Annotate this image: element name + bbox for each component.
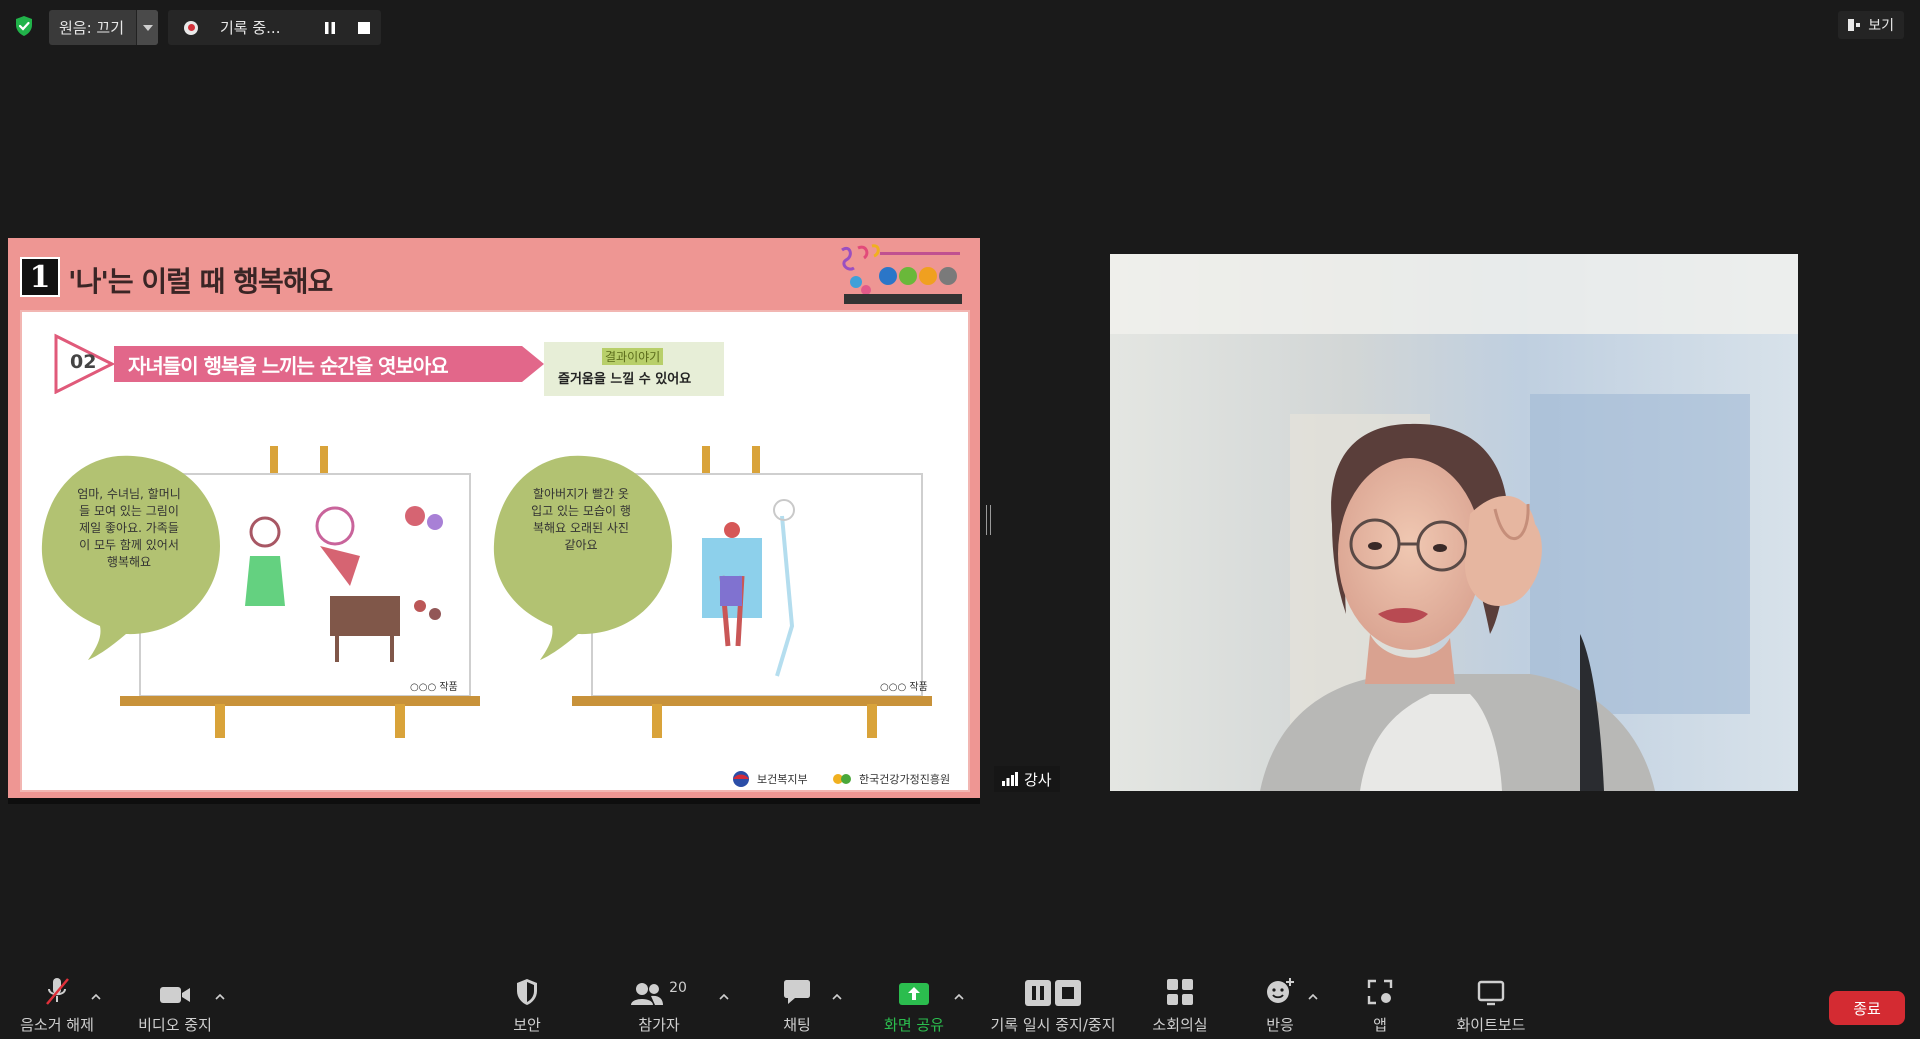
whiteboard-icon [1477, 972, 1505, 1010]
participant-name: 강사 [1024, 770, 1052, 789]
chat-options-chevron-icon[interactable] [831, 992, 843, 1002]
footer-logo-left: 보건복지부 [730, 770, 808, 788]
audio-options-chevron-icon[interactable] [90, 992, 102, 1002]
signal-strength-icon [1002, 772, 1018, 786]
banner-number: 02 [70, 351, 97, 373]
breakout-rooms-button[interactable]: 소회의실 [1144, 972, 1216, 1039]
view-label: 보기 [1868, 18, 1894, 34]
whiteboard-button[interactable]: 화이트보드 [1446, 972, 1536, 1039]
stop-recording-button[interactable] [347, 10, 381, 45]
pause-recording-button[interactable] [313, 10, 347, 45]
caption-right: ○○○ 작품 [880, 682, 928, 693]
note-tag: 결과이야기 [602, 348, 664, 365]
video-options-chevron-icon[interactable] [214, 992, 226, 1002]
stop-video-button[interactable]: 비디오 중지 [130, 972, 220, 1039]
participant-name-tag: 강사 [994, 766, 1060, 792]
participants-count: 20 [669, 980, 687, 996]
original-sound-toggle[interactable]: 원음: 끄기 [49, 10, 159, 45]
encryption-shield-icon[interactable] [14, 15, 34, 37]
apps-button[interactable]: 앱 [1356, 972, 1404, 1039]
view-button[interactable]: 보기 [1838, 11, 1904, 39]
breakout-rooms-icon [1166, 972, 1194, 1010]
split-view-divider-handle[interactable] [986, 505, 991, 535]
pause-stop-recording-button[interactable]: 기록 일시 중지/중지 [983, 972, 1123, 1039]
speech-bubble-left: 엄마, 수녀님, 할머니들 모여 있는 그림이 제일 좋아요. 가족들이 모두 … [77, 487, 181, 569]
slide-content: 02 자녀들이 행복을 느끼는 순간을 엿보아요 결과이야기 즐거움을 느낄 수… [20, 310, 970, 792]
program-logo [836, 242, 966, 306]
end-meeting-button[interactable]: 종료 [1829, 991, 1905, 1025]
caption-left: ○○○ 작품 [410, 682, 458, 693]
banner-text: 자녀들이 행복을 느끼는 순간을 엿보아요 [128, 354, 449, 378]
note-box: 결과이야기 즐거움을 느낄 수 있어요 [544, 342, 724, 396]
meeting-controls-toolbar: 음소거 해제 비디오 중지 보안 20 참가자 채팅 화면 공유 기록 일시 중… [0, 972, 1920, 1039]
chevron-down-icon[interactable] [136, 10, 159, 45]
footer-logo-right: 한국건강가정진흥원 [832, 770, 950, 788]
video-feed [1110, 254, 1798, 791]
participants-icon: 20 [631, 972, 687, 1010]
chat-button[interactable]: 채팅 [770, 972, 824, 1039]
ministry-emblem-icon [733, 771, 749, 787]
stop-icon [358, 21, 370, 34]
apps-icon [1366, 972, 1394, 1010]
slide-number: 1 [20, 257, 60, 297]
reactions-button[interactable]: 반응 [1253, 972, 1307, 1039]
security-button[interactable]: 보안 [497, 972, 557, 1039]
section-banner: 02 자녀들이 행복을 느끼는 순간을 엿보아요 [52, 332, 562, 395]
participants-options-chevron-icon[interactable] [718, 992, 730, 1002]
recording-status-text: 기록 중... [220, 19, 281, 37]
easel-left: 엄마, 수녀님, 할머니들 모여 있는 그림이 제일 좋아요. 가족들이 모두 … [40, 446, 490, 746]
original-sound-label: 원음: 끄기 [59, 19, 125, 37]
slide-bottom-edge [8, 798, 980, 804]
chat-bubble-icon [783, 972, 811, 1010]
institute-logo-icon [833, 774, 851, 784]
share-screen-button[interactable]: 화면 공유 [874, 972, 954, 1039]
reactions-options-chevron-icon[interactable] [1307, 992, 1319, 1002]
participants-button[interactable]: 20 참가자 [625, 972, 693, 1039]
smiley-icon [1265, 972, 1295, 1010]
view-layout-icon [1848, 19, 1861, 31]
share-options-chevron-icon[interactable] [953, 992, 965, 1002]
easel-right: 할아버지가 빨간 옷 입고 있는 모습이 행복해요 오래된 사진 같아요 ○○○… [492, 446, 962, 746]
speech-bubble-right: 할아버지가 빨간 옷 입고 있는 모습이 행복해요 오래된 사진 같아요 [531, 487, 631, 552]
video-camera-icon [159, 972, 191, 1010]
record-controls-icon [1025, 972, 1081, 1010]
shared-screen[interactable]: 1 '나'는 이럴 때 행복해요 02 자녀들이 행복을 느끼는 순간을 엿보아… [8, 238, 980, 800]
meeting-top-bar: 원음: 끄기 기록 중... 보기 [0, 0, 1920, 52]
share-screen-icon [898, 972, 930, 1010]
slide-title: '나'는 이럴 때 행복해요 [68, 265, 333, 298]
note-text: 즐거움을 느낄 수 있어요 [558, 372, 692, 387]
muted-mic-icon [44, 972, 70, 1010]
recording-dot-icon [184, 20, 198, 35]
recording-indicator: 기록 중... [168, 10, 381, 45]
unmute-button[interactable]: 음소거 해제 [12, 972, 102, 1039]
pause-icon [325, 21, 335, 34]
participant-video[interactable] [1110, 254, 1798, 791]
security-shield-icon [515, 972, 539, 1010]
